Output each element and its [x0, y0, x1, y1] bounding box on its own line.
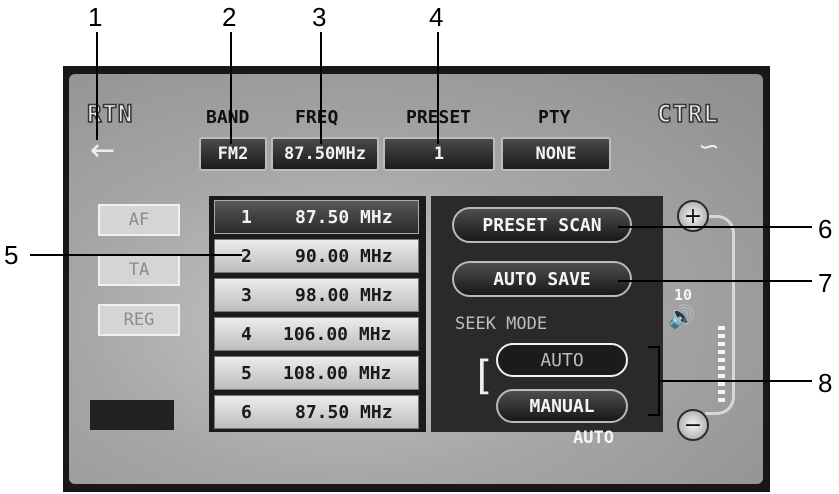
preset-row-2[interactable]: 2 90.00 MHz — [214, 239, 419, 273]
callout-1: 1 — [88, 2, 103, 32]
minus-icon: − — [683, 412, 703, 438]
plus-icon: + — [683, 203, 703, 229]
speaker-icon: 🔊 — [668, 305, 696, 330]
preset-number: 1 — [241, 207, 252, 228]
callout-line-7 — [618, 280, 812, 282]
volume-bar-segment — [718, 342, 725, 346]
callout-4: 4 — [429, 2, 444, 32]
callout-line-4 — [437, 32, 439, 144]
preset-frequency: 98.00 MHz — [295, 285, 393, 306]
seek-manual-button[interactable]: MANUAL — [496, 389, 628, 423]
preset-number: 5 — [241, 363, 252, 384]
wrench-icon[interactable]: ∽ — [698, 132, 720, 162]
pty-button[interactable]: NONE — [501, 137, 611, 171]
preset-row-4[interactable]: 4 106.00 MHz — [214, 317, 419, 351]
callout-line-2 — [230, 32, 232, 144]
preset-number: 6 — [241, 402, 252, 423]
callout-3: 3 — [312, 2, 327, 32]
auto-save-button[interactable]: AUTO SAVE — [452, 261, 632, 297]
band-button[interactable]: FM2 — [199, 137, 267, 171]
preset-row-5[interactable]: 5 108.00 MHz — [214, 356, 419, 390]
volume-bar-segment — [718, 326, 725, 330]
preset-row-6[interactable]: 6 87.50 MHz — [214, 395, 419, 429]
volume-down-button[interactable]: − — [677, 409, 709, 441]
callout-5: 5 — [4, 240, 19, 270]
preset-frequency: 87.50 MHz — [295, 402, 393, 423]
preset-number: 4 — [241, 324, 252, 345]
reg-button[interactable]: REG — [98, 304, 180, 336]
volume-bar-segment — [718, 350, 725, 354]
preset-frequency: 87.50 MHz — [295, 207, 393, 228]
preset-button[interactable]: 1 — [383, 137, 495, 171]
callout-7: 7 — [818, 268, 833, 298]
freq-label: FREQ — [295, 107, 339, 128]
band-label: BAND — [206, 107, 250, 128]
seek-mode-label: SEEK MODE — [455, 314, 548, 334]
volume-bar-segment — [718, 398, 725, 402]
bracket-icon: [ — [471, 353, 496, 399]
indicator-box — [90, 400, 174, 430]
preset-row-3[interactable]: 3 98.00 MHz — [214, 278, 419, 312]
ta-button[interactable]: TA — [98, 254, 180, 286]
volume-bar-segment — [718, 358, 725, 362]
back-arrow-icon[interactable]: ← — [90, 133, 115, 168]
callout-bracket-8 — [648, 346, 660, 416]
callout-line-3 — [320, 32, 322, 144]
callout-line-6 — [618, 226, 812, 228]
preset-number: 2 — [241, 246, 252, 267]
seek-auto-button[interactable]: AUTO — [496, 343, 628, 377]
volume-bar-segment — [718, 390, 725, 394]
callout-line-8 — [660, 380, 812, 382]
pty-label: PTY — [538, 107, 571, 128]
rtn-logo[interactable]: RTN — [86, 99, 133, 129]
volume-bar-segment — [718, 374, 725, 378]
preset-frequency: 108.00 MHz — [283, 363, 392, 384]
preset-list: 1 87.50 MHz 2 90.00 MHz 3 98.00 MHz 4 10… — [209, 196, 426, 432]
preset-row-1[interactable]: 1 87.50 MHz — [214, 200, 419, 234]
preset-scan-button[interactable]: PRESET SCAN — [452, 207, 632, 243]
callout-2: 2 — [222, 2, 237, 32]
callout-8: 8 — [818, 368, 833, 398]
ctrl-logo[interactable]: CTRL — [656, 99, 719, 129]
af-button[interactable]: AF — [98, 204, 180, 236]
freq-button[interactable]: 87.50MHz — [271, 137, 379, 171]
status-mode: AUTO — [573, 428, 614, 448]
preset-frequency: 90.00 MHz — [295, 246, 393, 267]
volume-bar-segment — [718, 334, 725, 338]
volume-bar-segment — [718, 366, 725, 370]
callout-6: 6 — [818, 214, 833, 244]
volume-bar-segment — [718, 382, 725, 386]
callout-line-5 — [30, 254, 242, 256]
preset-frequency: 106.00 MHz — [283, 324, 392, 345]
preset-number: 3 — [241, 285, 252, 306]
callout-line-1 — [96, 32, 98, 140]
volume-level: 10 — [674, 286, 693, 304]
